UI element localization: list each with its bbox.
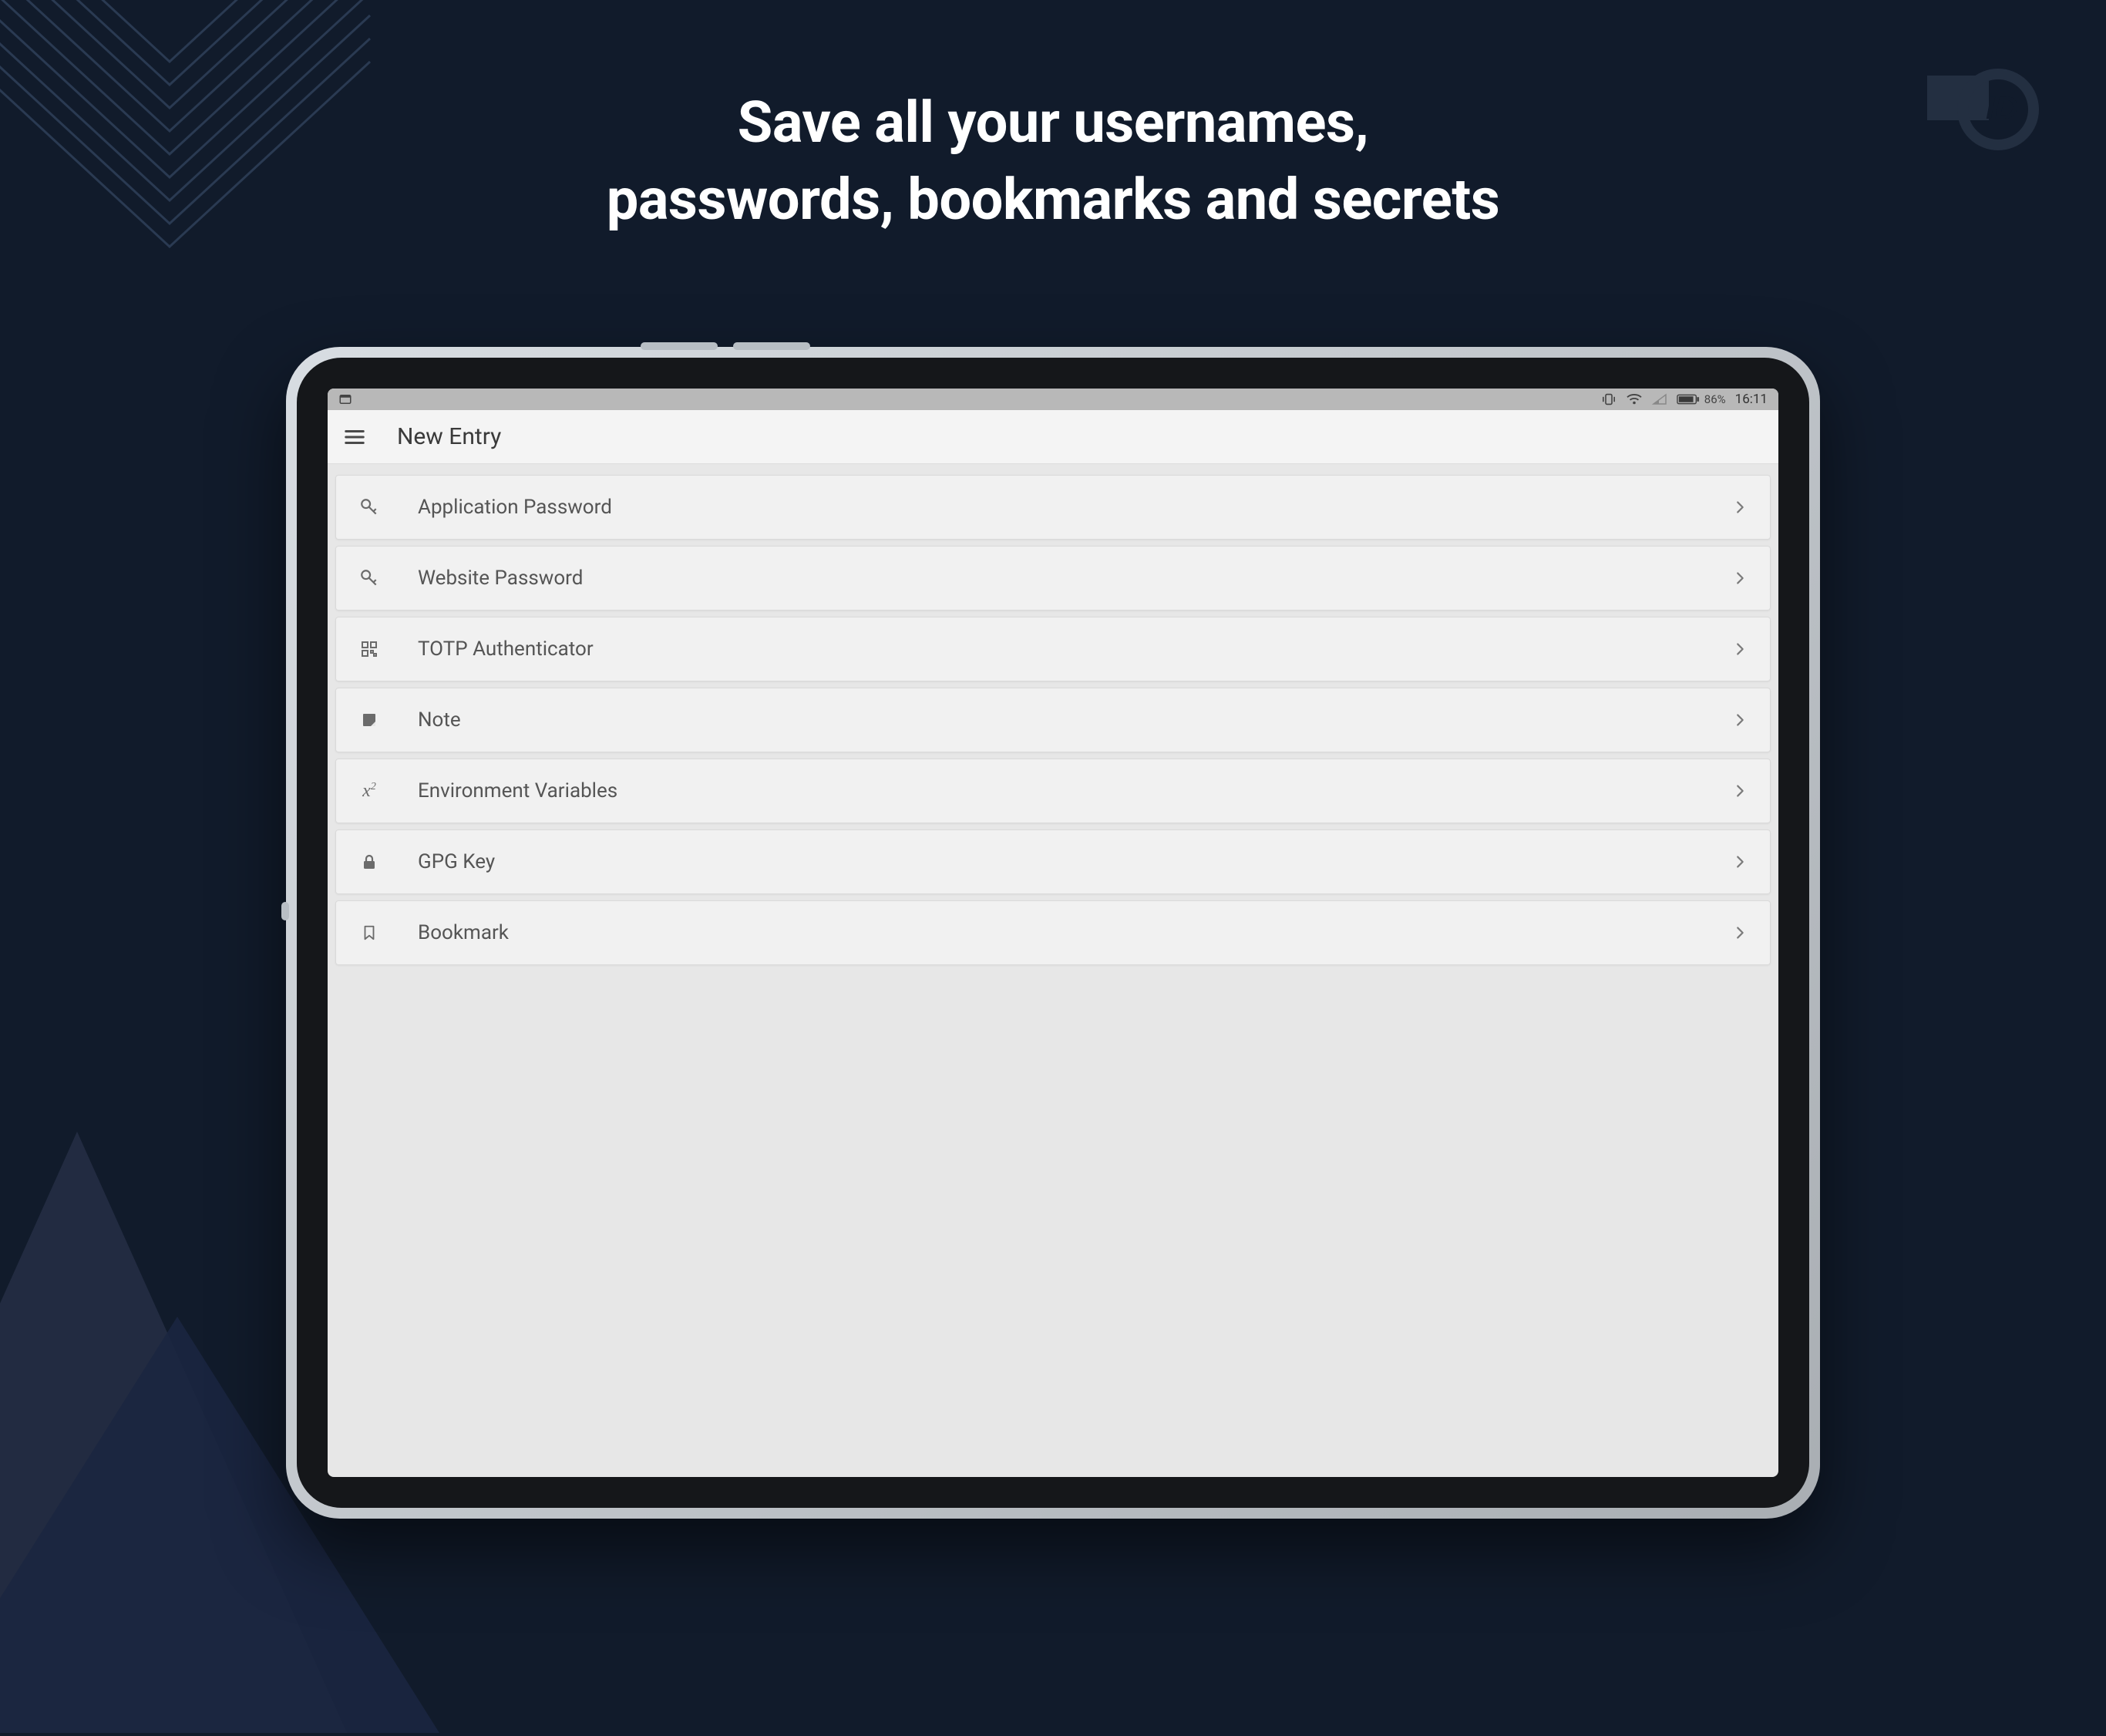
entry-label: Bookmark bbox=[418, 921, 1694, 944]
note-icon bbox=[358, 708, 381, 732]
wifi-icon bbox=[1626, 392, 1643, 406]
qr-icon bbox=[358, 638, 381, 661]
chevron-right-icon bbox=[1731, 499, 1748, 516]
chevron-right-icon bbox=[1731, 570, 1748, 587]
chevron-right-icon bbox=[1731, 712, 1748, 728]
statusbar-time: 16:11 bbox=[1735, 392, 1768, 407]
chevron-right-icon bbox=[1731, 924, 1748, 941]
entry-website-password[interactable]: Website Password bbox=[335, 546, 1771, 611]
entry-label: TOTP Authenticator bbox=[418, 638, 1694, 661]
entry-gpg-key[interactable]: GPG Key bbox=[335, 829, 1771, 894]
variable-icon: x2 bbox=[358, 779, 381, 802]
promo-headline: Save all your usernames, passwords, book… bbox=[0, 85, 2106, 239]
entry-label: Application Password bbox=[418, 496, 1694, 519]
chevron-right-icon bbox=[1731, 782, 1748, 799]
app-header: New Entry bbox=[328, 410, 1778, 464]
page-title: New Entry bbox=[397, 423, 501, 450]
entry-application-password[interactable]: Application Password bbox=[335, 475, 1771, 540]
status-bar: 86% 16:11 bbox=[328, 389, 1778, 410]
bookmark-icon bbox=[358, 921, 381, 944]
entry-environment-variables[interactable]: x2 Environment Variables bbox=[335, 759, 1771, 823]
chevron-right-icon bbox=[1731, 641, 1748, 658]
entry-bookmark[interactable]: Bookmark bbox=[335, 900, 1771, 965]
screenshot-indicator-icon bbox=[338, 392, 352, 406]
key-icon bbox=[358, 496, 381, 519]
key-icon bbox=[358, 567, 381, 590]
vibrate-icon bbox=[1601, 393, 1617, 405]
entry-label: Note bbox=[418, 708, 1694, 732]
entry-label: GPG Key bbox=[418, 850, 1694, 873]
tablet-mockup: 86% 16:11 New Entry Application Pa bbox=[286, 347, 1820, 1519]
signal-icon bbox=[1652, 393, 1667, 405]
chevron-right-icon bbox=[1731, 853, 1748, 870]
hamburger-menu-icon[interactable] bbox=[343, 426, 366, 449]
entry-label: Environment Variables bbox=[418, 779, 1694, 802]
entry-label: Website Password bbox=[418, 567, 1694, 590]
entry-note[interactable]: Note bbox=[335, 688, 1771, 752]
lock-icon bbox=[358, 850, 381, 873]
battery-percent: 86% bbox=[1704, 392, 1726, 406]
entry-type-list: Application Password Website Password bbox=[328, 464, 1778, 976]
entry-totp-authenticator[interactable]: TOTP Authenticator bbox=[335, 617, 1771, 681]
battery-icon bbox=[1677, 394, 1700, 405]
